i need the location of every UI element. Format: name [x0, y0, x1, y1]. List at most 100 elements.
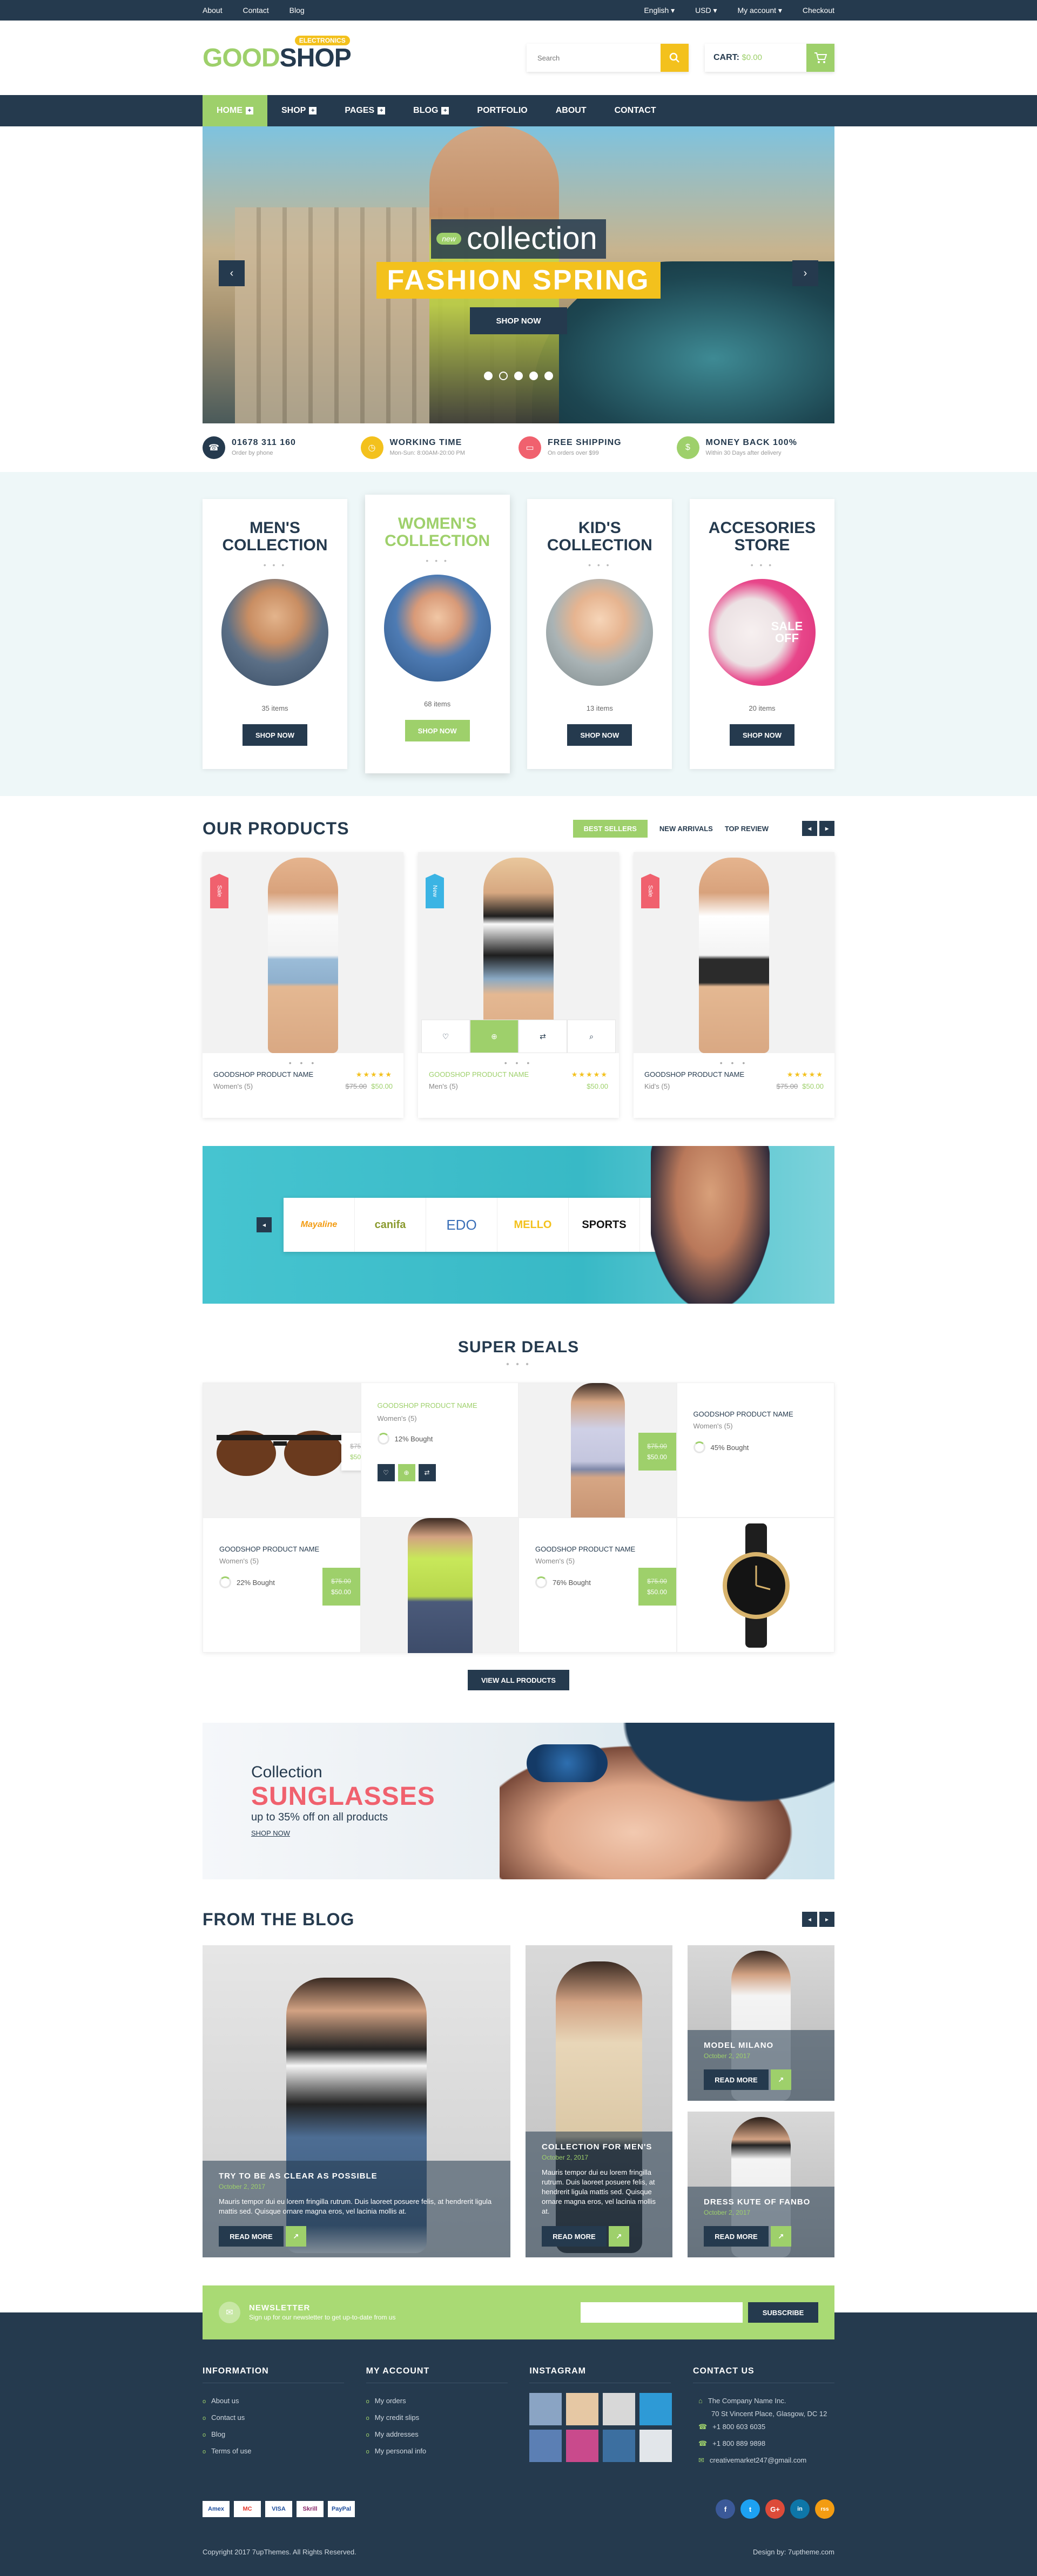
google-plus-icon[interactable]: G+	[765, 2499, 785, 2519]
blog-post-title[interactable]: MODEL MILANO	[704, 2041, 818, 2050]
compare-icon[interactable]: ⇄	[418, 1464, 436, 1481]
deal-product-name[interactable]: GOODSHOP PRODUCT NAME	[693, 1410, 793, 1418]
deal-image-watch[interactable]	[676, 1518, 834, 1653]
search-button[interactable]	[661, 44, 689, 72]
shop-now-button[interactable]: SHOP NOW	[243, 724, 307, 746]
read-more-button[interactable]: READ MORE	[219, 2226, 284, 2247]
prev-arrow-icon[interactable]: ◂	[802, 1912, 817, 1927]
newsletter-email-input[interactable]	[581, 2302, 743, 2323]
product-name[interactable]: GOODSHOP PRODUCT NAME	[644, 1070, 744, 1079]
nav-contact[interactable]: CONTACT	[601, 95, 670, 126]
nav-blog[interactable]: BLOG +	[399, 95, 463, 126]
currency-select[interactable]: USD ▾	[695, 6, 717, 15]
instagram-thumb[interactable]	[639, 2430, 672, 2462]
product-image[interactable]: Sale	[203, 852, 403, 1053]
tab-best-sellers[interactable]: BEST SELLERS	[573, 819, 648, 838]
product-name[interactable]: GOODSHOP PRODUCT NAME	[429, 1070, 529, 1079]
facebook-icon[interactable]: f	[716, 2499, 735, 2519]
instagram-thumb[interactable]	[529, 2393, 562, 2425]
product-card[interactable]: Sale • • • GOODSHOP PRODUCT NAME ★★★★★ Wo…	[203, 852, 403, 1118]
deal-image-sweater[interactable]	[360, 1518, 518, 1653]
deal-image-top[interactable]: $75.00 $50.00	[518, 1383, 677, 1518]
nav-about[interactable]: ABOUT	[542, 95, 601, 126]
nav-pages[interactable]: PAGES +	[331, 95, 399, 126]
read-more-button[interactable]: READ MORE	[704, 2069, 769, 2090]
brand-logo[interactable]: MELLO	[497, 1198, 569, 1252]
next-arrow-icon[interactable]: ▸	[819, 1912, 834, 1927]
add-to-cart-icon[interactable]: ⊕	[398, 1464, 415, 1481]
cart-button[interactable]	[806, 44, 834, 72]
footer-link[interactable]: My addresses	[366, 2426, 508, 2443]
hero-dot[interactable]	[514, 372, 523, 380]
search-input[interactable]	[527, 44, 661, 72]
footer-link[interactable]: My personal info	[366, 2443, 508, 2460]
footer-link[interactable]: About us	[203, 2393, 344, 2410]
brand-logo[interactable]: canifa	[355, 1198, 426, 1252]
footer-link[interactable]: My credit slips	[366, 2410, 508, 2426]
prev-arrow-icon[interactable]: ◂	[802, 821, 817, 836]
instagram-thumb[interactable]	[566, 2430, 599, 2462]
logo[interactable]: GOODSHOP ELECTRONICS	[203, 35, 352, 73]
nav-home[interactable]: HOME +	[203, 95, 267, 126]
share-icon[interactable]: ↗	[771, 2226, 791, 2247]
collection-image-men[interactable]	[221, 579, 328, 686]
banner-shop-now-link[interactable]: SHOP NOW	[251, 1829, 435, 1837]
about-link[interactable]: About	[203, 6, 223, 15]
checkout-link[interactable]: Checkout	[803, 6, 834, 15]
blog-post-title[interactable]: DRESS KUTE OF FANBO	[704, 2197, 818, 2207]
collection-image-accessories[interactable]: SALE OFF	[708, 579, 816, 686]
subscribe-button[interactable]: SUBSCRIBE	[748, 2302, 818, 2323]
shop-now-button[interactable]: SHOP NOW	[405, 720, 470, 741]
product-image[interactable]: Sale	[634, 852, 834, 1053]
shop-now-button[interactable]: SHOP NOW	[729, 724, 794, 746]
blog-link[interactable]: Blog	[289, 6, 305, 15]
footer-link[interactable]: Contact us	[203, 2410, 344, 2426]
quick-view-icon[interactable]: ⌕	[567, 1020, 616, 1053]
brands-prev-arrow-icon[interactable]: ◂	[257, 1217, 272, 1232]
collection-image-women[interactable]	[383, 575, 491, 682]
twitter-icon[interactable]: t	[740, 2499, 760, 2519]
instagram-thumb[interactable]	[639, 2393, 672, 2425]
compare-icon[interactable]: ⇄	[518, 1020, 567, 1053]
footer-link[interactable]: Blog	[203, 2426, 344, 2443]
contact-email[interactable]: creativemarket247@gmail.com	[710, 2456, 806, 2464]
blog-post-card[interactable]: TRY TO BE AS CLEAR AS POSSIBLE October 2…	[203, 1945, 510, 2257]
brand-logo[interactable]: Mayaline	[284, 1198, 355, 1252]
product-card[interactable]: Sale • • • GOODSHOP PRODUCT NAME ★★★★★ Ki…	[634, 852, 834, 1118]
deal-product-name[interactable]: GOODSHOP PRODUCT NAME	[535, 1545, 635, 1553]
product-card[interactable]: New ♡ ⊕ ⇄ ⌕ • • • GOODSHOP PRODUCT NAME ★…	[418, 852, 619, 1118]
tab-new-arrivals[interactable]: NEW ARRIVALS	[659, 825, 713, 833]
hero-dot[interactable]	[544, 372, 553, 380]
linkedin-icon[interactable]: in	[790, 2499, 810, 2519]
share-icon[interactable]: ↗	[609, 2226, 629, 2247]
nav-shop[interactable]: SHOP +	[267, 95, 331, 126]
blog-post-title[interactable]: COLLECTION FOR MEN'S	[542, 2142, 656, 2152]
deal-product-name[interactable]: GOODSHOP PRODUCT NAME	[219, 1545, 319, 1553]
add-to-cart-icon[interactable]: ⊕	[470, 1020, 518, 1053]
blog-post-title[interactable]: TRY TO BE AS CLEAR AS POSSIBLE	[219, 2172, 494, 2181]
next-arrow-icon[interactable]: ▸	[819, 821, 834, 836]
deal-image-sunglasses[interactable]: $75.00 $50.00	[203, 1383, 379, 1518]
instagram-thumb[interactable]	[603, 2393, 636, 2425]
brand-logo[interactable]: SPORTS	[569, 1198, 640, 1252]
read-more-button[interactable]: READ MORE	[542, 2226, 607, 2247]
deal-product-name[interactable]: GOODSHOP PRODUCT NAME	[378, 1401, 477, 1410]
instagram-thumb[interactable]	[566, 2393, 599, 2425]
share-icon[interactable]: ↗	[771, 2069, 791, 2090]
cart-box[interactable]: CART: $0.00	[705, 44, 834, 72]
sunglasses-banner[interactable]: Collection SUNGLASSES up to 35% off on a…	[203, 1723, 834, 1879]
instagram-thumb[interactable]	[529, 2430, 562, 2462]
hero-dot[interactable]	[484, 372, 493, 380]
wishlist-icon[interactable]: ♡	[377, 1464, 395, 1481]
shop-now-button[interactable]: SHOP NOW	[567, 724, 632, 746]
blog-post-card[interactable]: COLLECTION FOR MEN'S October 2, 2017 Mau…	[526, 1945, 672, 2257]
blog-post-card[interactable]: MODEL MILANO October 2, 2017 READ MORE ↗	[688, 1945, 834, 2101]
hero-dot-active[interactable]	[499, 372, 508, 380]
nav-portfolio[interactable]: PORTFOLIO	[463, 95, 541, 126]
view-all-products-button[interactable]: VIEW ALL PRODUCTS	[468, 1670, 569, 1690]
share-icon[interactable]: ↗	[286, 2226, 306, 2247]
hero-shop-now-button[interactable]: SHOP NOW	[470, 307, 567, 334]
instagram-thumb[interactable]	[603, 2430, 636, 2462]
product-name[interactable]: GOODSHOP PRODUCT NAME	[213, 1070, 313, 1079]
blog-post-card[interactable]: DRESS KUTE OF FANBO October 2, 2017 READ…	[688, 2112, 834, 2257]
